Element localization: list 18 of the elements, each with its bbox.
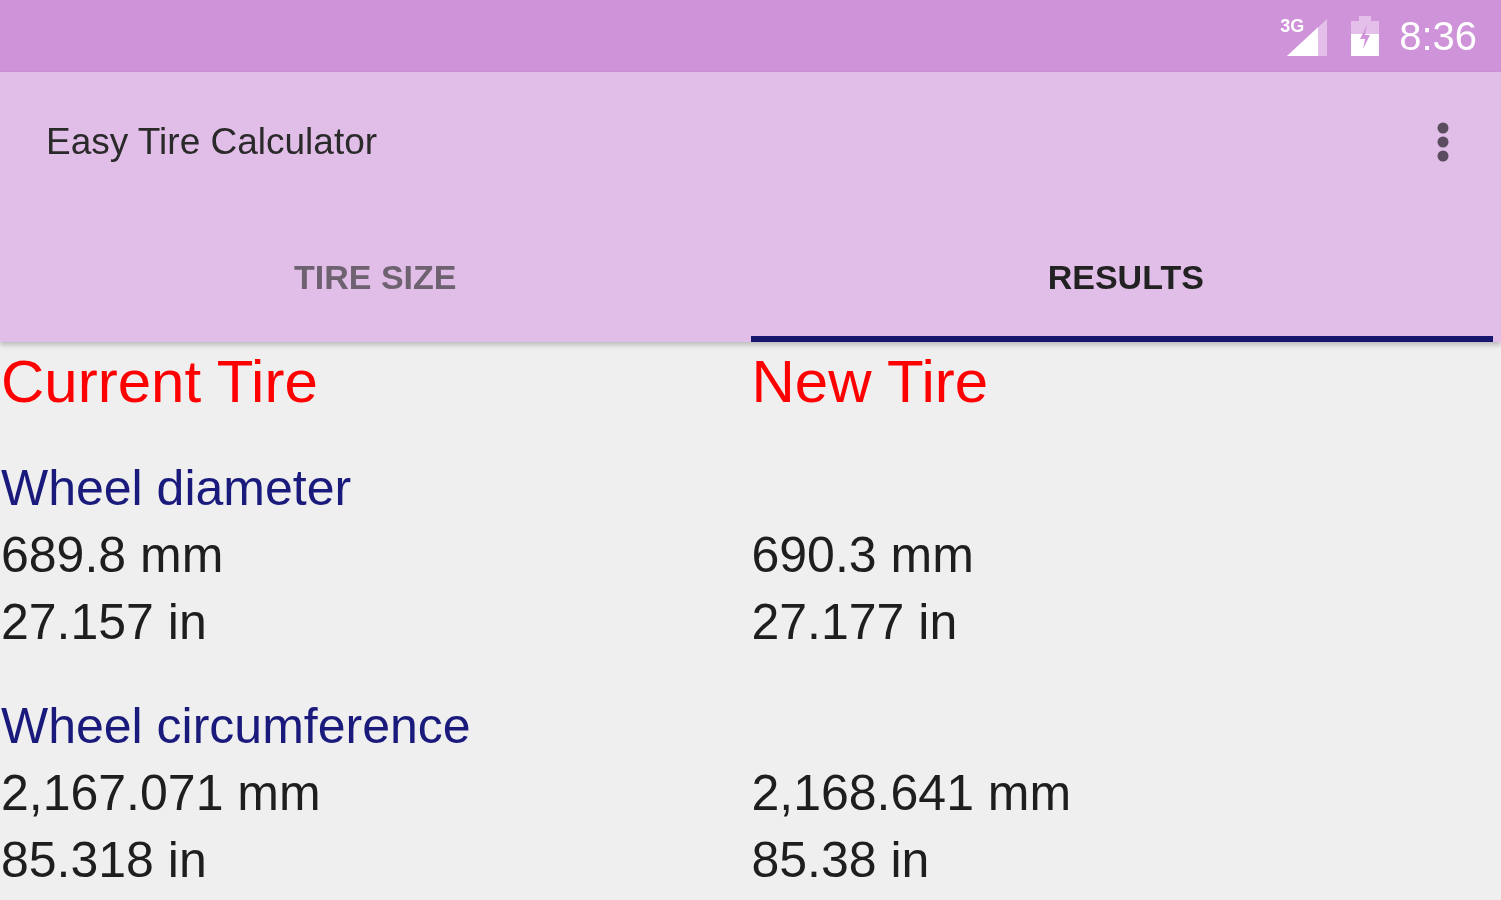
value-text: 2,168.641 mm (750, 764, 1072, 823)
network-type-label: 3G (1280, 17, 1305, 35)
battery-charging-icon (1351, 16, 1380, 56)
value-text: 27.177 in (750, 593, 958, 652)
value-text: 27.157 in (0, 593, 207, 652)
section-label: Wheel circumference (0, 697, 471, 756)
column-heading: Current Tire (0, 350, 318, 414)
value-text: 85.38 in (750, 831, 930, 890)
section-label: Wheel diameter (0, 459, 352, 518)
more-vertical-icon (1437, 122, 1449, 162)
value-text: 689.8 mm (0, 526, 224, 585)
value-text: 2,167.071 mm (0, 764, 321, 823)
column-heading: New Tire (750, 350, 989, 414)
tab[interactable]: RESULTS (750, 212, 1501, 342)
value-text: 85.318 in (0, 831, 207, 890)
app-title: Easy Tire Calculator (46, 120, 378, 165)
clock-time: 8:36 (1399, 14, 1477, 58)
value-text: 690.3 mm (750, 526, 974, 585)
